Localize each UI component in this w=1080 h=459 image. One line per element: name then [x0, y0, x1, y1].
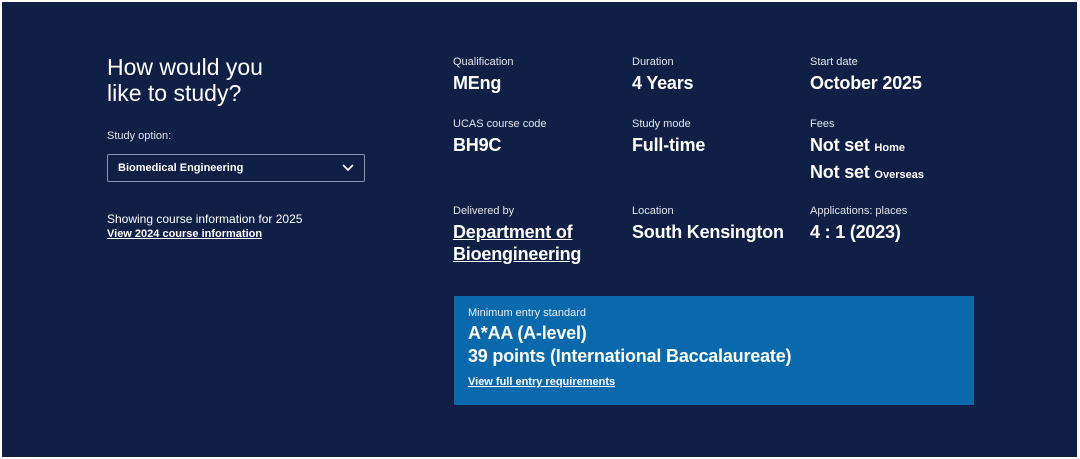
study-mode-cell: Study mode Full-time: [632, 117, 705, 156]
qualification-label: Qualification: [453, 56, 514, 68]
delivered-by-label: Delivered by: [453, 205, 515, 217]
entry-standard-label: Minimum entry standard: [468, 307, 586, 319]
fees-home: Not set Home: [810, 134, 924, 159]
duration-label: Duration: [632, 56, 674, 68]
fees-label: Fees: [810, 118, 835, 130]
study-heading-line1: How would you: [107, 54, 263, 80]
duration-cell: Duration 4 Years: [632, 55, 694, 94]
entry-ib: 39 points (International Baccalaureate): [468, 346, 792, 366]
applications-value: 4 : 1 (2023): [810, 222, 901, 242]
qualification-cell: Qualification MEng: [453, 55, 514, 94]
study-options: How would you like to study? Study optio…: [107, 54, 372, 242]
ucas-code-label: UCAS course code: [453, 118, 547, 130]
department-link-line2: Bioengineering: [453, 244, 582, 264]
ucas-code-cell: UCAS course code BH9C: [453, 117, 547, 156]
delivered-by-cell: Delivered by Department of Bioengineerin…: [453, 204, 581, 265]
entry-standard-box: Minimum entry standard A*AA (A-level) 39…: [454, 296, 974, 405]
study-mode-label: Study mode: [632, 118, 691, 130]
showing-year-text: Showing course information for 2025: [107, 212, 303, 226]
location-cell: Location South Kensington: [632, 204, 784, 243]
study-heading-line2: like to study?: [107, 80, 242, 106]
department-link[interactable]: Department of Bioengineering: [453, 221, 581, 265]
duration-value: 4 Years: [632, 73, 694, 93]
fees-overseas-suffix: Overseas: [874, 169, 924, 181]
study-mode-value: Full-time: [632, 135, 706, 155]
study-option-label: Study option:: [107, 130, 172, 142]
fees-overseas-value: Not set: [810, 162, 870, 182]
study-option-select[interactable]: Biomedical Engineering: [107, 154, 365, 182]
fees-home-value: Not set: [810, 135, 870, 155]
view-entry-requirements-link[interactable]: View full entry requirements: [468, 376, 960, 388]
start-date-value: October 2025: [810, 73, 922, 93]
study-option-selected: Biomedical Engineering: [118, 162, 244, 174]
fees-cell: Fees Not set Home Not set Overseas: [810, 117, 924, 186]
fees-overseas: Not set Overseas: [810, 161, 924, 186]
study-heading: How would you like to study?: [107, 54, 372, 106]
qualification-value: MEng: [453, 73, 502, 93]
fees-home-suffix: Home: [874, 142, 905, 154]
location-value: South Kensington: [632, 222, 784, 242]
ucas-code-value: BH9C: [453, 135, 502, 155]
applications-label: Applications: places: [810, 205, 908, 217]
view-2024-link[interactable]: View 2024 course information: [107, 227, 372, 242]
start-date-cell: Start date October 2025: [810, 55, 922, 94]
entry-alevel: A*AA (A-level): [468, 323, 587, 343]
location-label: Location: [632, 205, 674, 217]
start-date-label: Start date: [810, 56, 858, 68]
department-link-line1: Department of: [453, 222, 573, 242]
chevron-down-icon: [342, 164, 354, 172]
applications-cell: Applications: places 4 : 1 (2023): [810, 204, 907, 243]
course-overview-panel: How would you like to study? Study optio…: [2, 2, 1077, 457]
course-year-info: Showing course information for 2025 View…: [107, 212, 372, 242]
